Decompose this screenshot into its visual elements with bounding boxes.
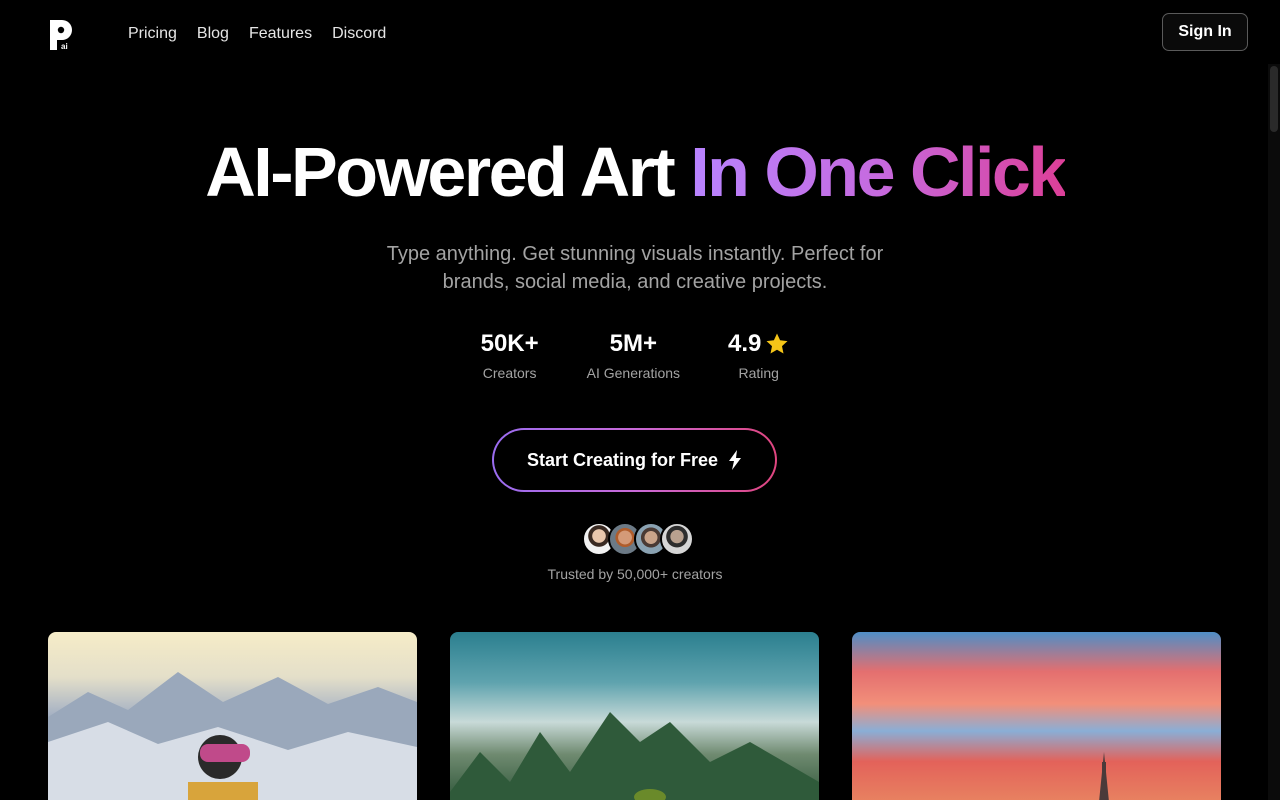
stat-value: 50K+ bbox=[480, 330, 539, 357]
avatar bbox=[660, 522, 694, 556]
mountain-range-image bbox=[48, 672, 417, 800]
scrollbar-thumb[interactable] bbox=[1270, 66, 1278, 132]
cta-inner[interactable]: Start Creating for Free bbox=[494, 430, 775, 490]
stat-value: 5M+ bbox=[609, 330, 658, 357]
trusted-text: Trusted by 50,000+ creators bbox=[547, 566, 723, 582]
nav-link-discord[interactable]: Discord bbox=[332, 24, 386, 44]
gallery-card-sunset[interactable] bbox=[852, 632, 1221, 800]
hero-title-gradient: In One Click bbox=[690, 133, 1067, 211]
karst-mountains-image bbox=[450, 712, 819, 800]
cta-label: Start Creating for Free bbox=[526, 449, 719, 470]
avatar-group bbox=[582, 522, 694, 556]
nav-link-blog[interactable]: Blog bbox=[197, 24, 229, 44]
stat-rating: 4.9 Rating bbox=[728, 330, 789, 382]
hero-title: AI-Powered Art In One Click bbox=[0, 130, 1270, 214]
sign-in-button[interactable]: Sign In bbox=[1162, 13, 1248, 51]
sunset-spire-image bbox=[1099, 752, 1109, 800]
stats-row: 50K+ Creators 5M+ AI Generations 4.9 Rat… bbox=[0, 330, 1270, 382]
hero-title-plain: AI-Powered Art bbox=[205, 133, 676, 211]
gallery-card-karst[interactable] bbox=[450, 632, 819, 800]
top-nav: ai Pricing Blog Features Discord Sign In bbox=[0, 0, 1280, 66]
hero-subtitle: Type anything. Get stunning visuals inst… bbox=[386, 243, 884, 293]
star-icon bbox=[766, 333, 788, 354]
stat-generations: 5M+ AI Generations bbox=[587, 330, 680, 382]
stat-label: Creators bbox=[482, 365, 537, 381]
stat-value-rating: 4.9 bbox=[728, 330, 789, 358]
page: ai Pricing Blog Features Discord Sign In… bbox=[0, 0, 1280, 800]
rating-value: 4.9 bbox=[728, 330, 762, 357]
start-creating-button[interactable]: Start Creating for Free bbox=[492, 428, 777, 492]
bolt-icon bbox=[729, 450, 742, 470]
nav-link-features[interactable]: Features bbox=[249, 24, 312, 44]
stat-label: AI Generations bbox=[586, 365, 681, 381]
stat-label: Rating bbox=[738, 365, 779, 381]
stat-creators: 50K+ Creators bbox=[481, 330, 539, 382]
nav-links: Pricing Blog Features Discord bbox=[128, 24, 386, 44]
svg-text:ai: ai bbox=[61, 42, 68, 51]
nav-link-pricing[interactable]: Pricing bbox=[128, 24, 177, 44]
p-ai-logo-icon[interactable]: ai bbox=[48, 18, 74, 52]
gallery-card-skier[interactable] bbox=[48, 632, 417, 800]
